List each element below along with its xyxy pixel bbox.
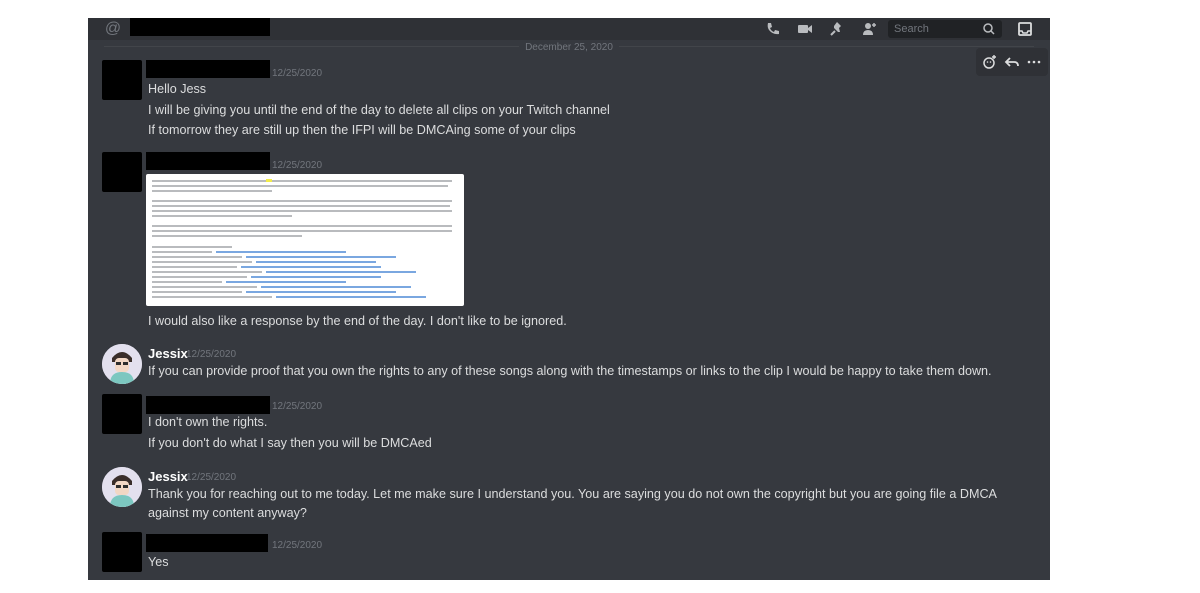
- reply-icon[interactable]: [1004, 54, 1020, 70]
- header-toolbar: [764, 20, 878, 38]
- redacted-username: [146, 534, 268, 552]
- redacted-avatar: [102, 152, 142, 192]
- user-avatar[interactable]: [102, 344, 142, 384]
- redacted-avatar: [102, 532, 142, 572]
- user-avatar[interactable]: [102, 467, 142, 507]
- image-attachment[interactable]: [146, 174, 464, 306]
- inbox-icon[interactable]: [1016, 20, 1034, 38]
- message-timestamp: 12/25/2020: [272, 401, 323, 412]
- pin-icon[interactable]: [828, 20, 846, 38]
- message-text: I will be giving you until the end of th…: [148, 103, 610, 117]
- channel-header: @ Search: [88, 18, 1050, 40]
- message-text: If you don't do what I say then you will…: [148, 436, 432, 450]
- message-text: Yes: [148, 555, 169, 569]
- avatar-image: [102, 344, 142, 384]
- redacted-avatar: [102, 394, 142, 434]
- members-icon[interactable]: [860, 20, 878, 38]
- message-timestamp: 12/25/2020: [186, 349, 237, 360]
- message-text: I don't own the rights.: [148, 415, 268, 429]
- redacted-username: [146, 60, 270, 78]
- more-icon[interactable]: [1026, 54, 1042, 70]
- avatar-image: [102, 467, 142, 507]
- phone-call-icon[interactable]: [764, 20, 782, 38]
- search-input[interactable]: Search: [888, 20, 1002, 38]
- message-hover-toolbar: [976, 48, 1048, 76]
- redacted-username: [146, 152, 270, 170]
- message-timestamp: 12/25/2020: [272, 68, 323, 79]
- message-timestamp: 12/25/2020: [272, 540, 323, 551]
- message-text: Hello Jess: [148, 82, 207, 96]
- message-timestamp: 12/25/2020: [272, 160, 323, 171]
- redacted-channel-name: [130, 18, 270, 36]
- redacted-username: [146, 396, 270, 414]
- discord-window: @ Search December 25, 2020 12/25/2020 He…: [88, 18, 1050, 580]
- message-text: Thank you for reaching out to me today. …: [148, 487, 997, 520]
- search-placeholder: Search: [894, 23, 929, 35]
- message-text: If you can provide proof that you own th…: [148, 364, 992, 378]
- username[interactable]: Jessix: [148, 469, 188, 484]
- date-divider: December 25, 2020: [88, 40, 1050, 53]
- search-icon: [983, 23, 995, 35]
- message-timestamp: 12/25/2020: [186, 472, 237, 483]
- redacted-avatar: [102, 60, 142, 100]
- at-icon: @: [104, 20, 122, 37]
- add-reaction-icon[interactable]: [982, 54, 998, 70]
- message-text: I would also like a response by the end …: [148, 314, 567, 328]
- date-divider-label: December 25, 2020: [519, 42, 619, 53]
- video-call-icon[interactable]: [796, 20, 814, 38]
- username[interactable]: Jessix: [148, 346, 188, 361]
- message-text: If tomorrow they are still up then the I…: [148, 123, 576, 137]
